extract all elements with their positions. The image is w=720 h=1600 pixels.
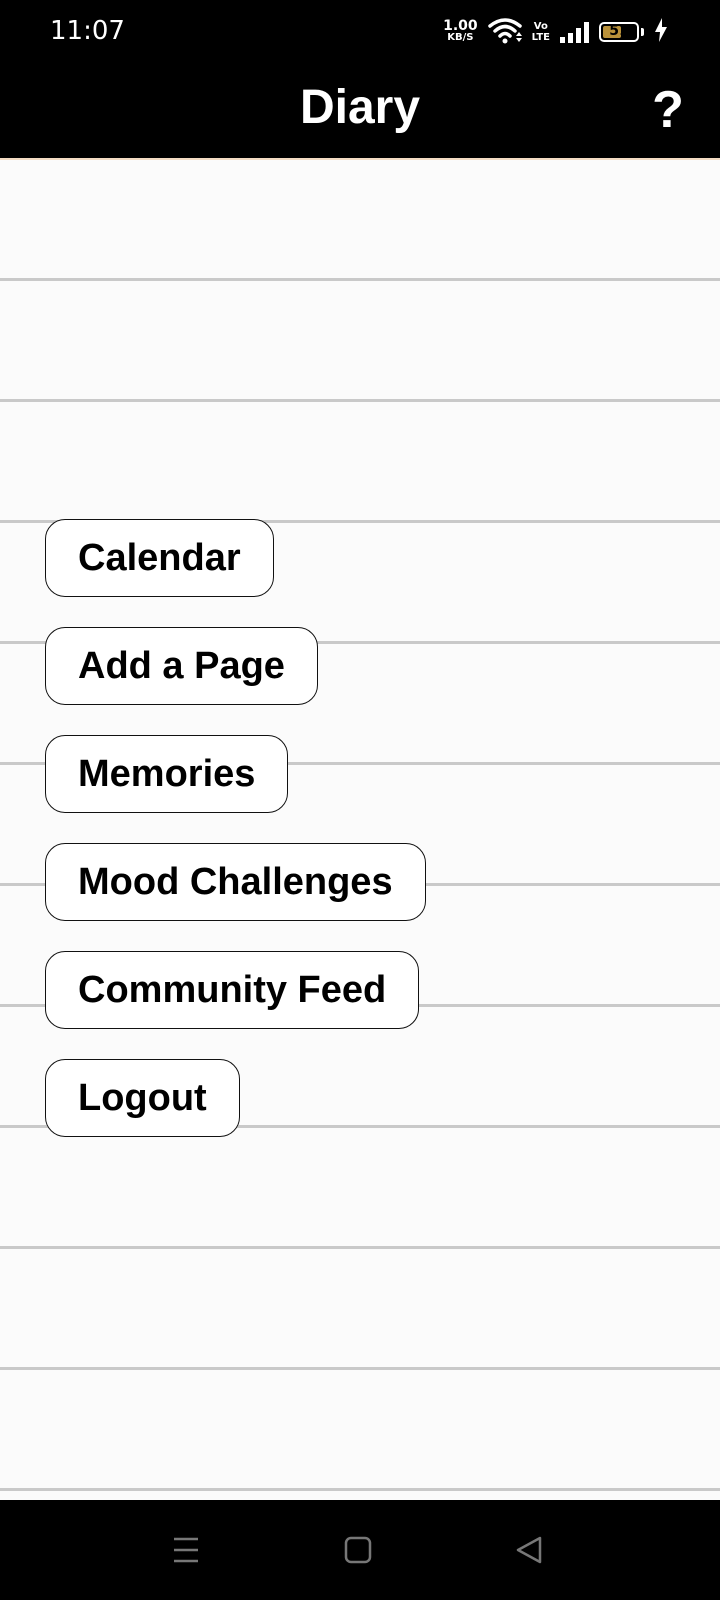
- calendar-button[interactable]: Calendar: [45, 519, 274, 597]
- volte-indicator: Vo LTE: [532, 21, 550, 43]
- app-bar: Diary ?: [0, 66, 720, 160]
- mood-challenges-button[interactable]: Mood Challenges: [45, 843, 426, 921]
- home-icon[interactable]: [334, 1526, 382, 1574]
- wifi-icon: [487, 16, 522, 49]
- add-page-button[interactable]: Add a Page: [45, 627, 318, 705]
- volte-top: Vo: [533, 21, 548, 32]
- charging-icon: [654, 17, 668, 47]
- battery-level: 51: [609, 23, 629, 39]
- network-speed-unit: KB/S: [447, 32, 474, 43]
- back-icon[interactable]: [506, 1526, 554, 1574]
- network-speed: 1.00 KB/S: [443, 18, 478, 44]
- battery-icon: 51: [599, 22, 639, 42]
- logout-button[interactable]: Logout: [45, 1059, 240, 1137]
- network-speed-value: 1.00: [443, 18, 478, 34]
- status-time: 11:07: [50, 16, 125, 46]
- page-title: Diary: [299, 81, 421, 134]
- signal-icon: [560, 21, 589, 43]
- help-button[interactable]: ?: [646, 80, 690, 140]
- menu-icon[interactable]: [162, 1526, 210, 1574]
- volte-bottom: LTE: [531, 32, 550, 43]
- diary-page: Calendar Add a Page Memories Mood Challe…: [0, 160, 720, 1500]
- memories-button[interactable]: Memories: [45, 735, 289, 813]
- community-feed-button[interactable]: Community Feed: [45, 951, 420, 1029]
- status-icons: 1.00 KB/S Vo LTE 51: [443, 16, 668, 48]
- navigation-bar: [0, 1500, 720, 1600]
- battery-tip: [641, 28, 644, 36]
- status-bar: 11:07 1.00 KB/S Vo LTE 51: [0, 0, 720, 66]
